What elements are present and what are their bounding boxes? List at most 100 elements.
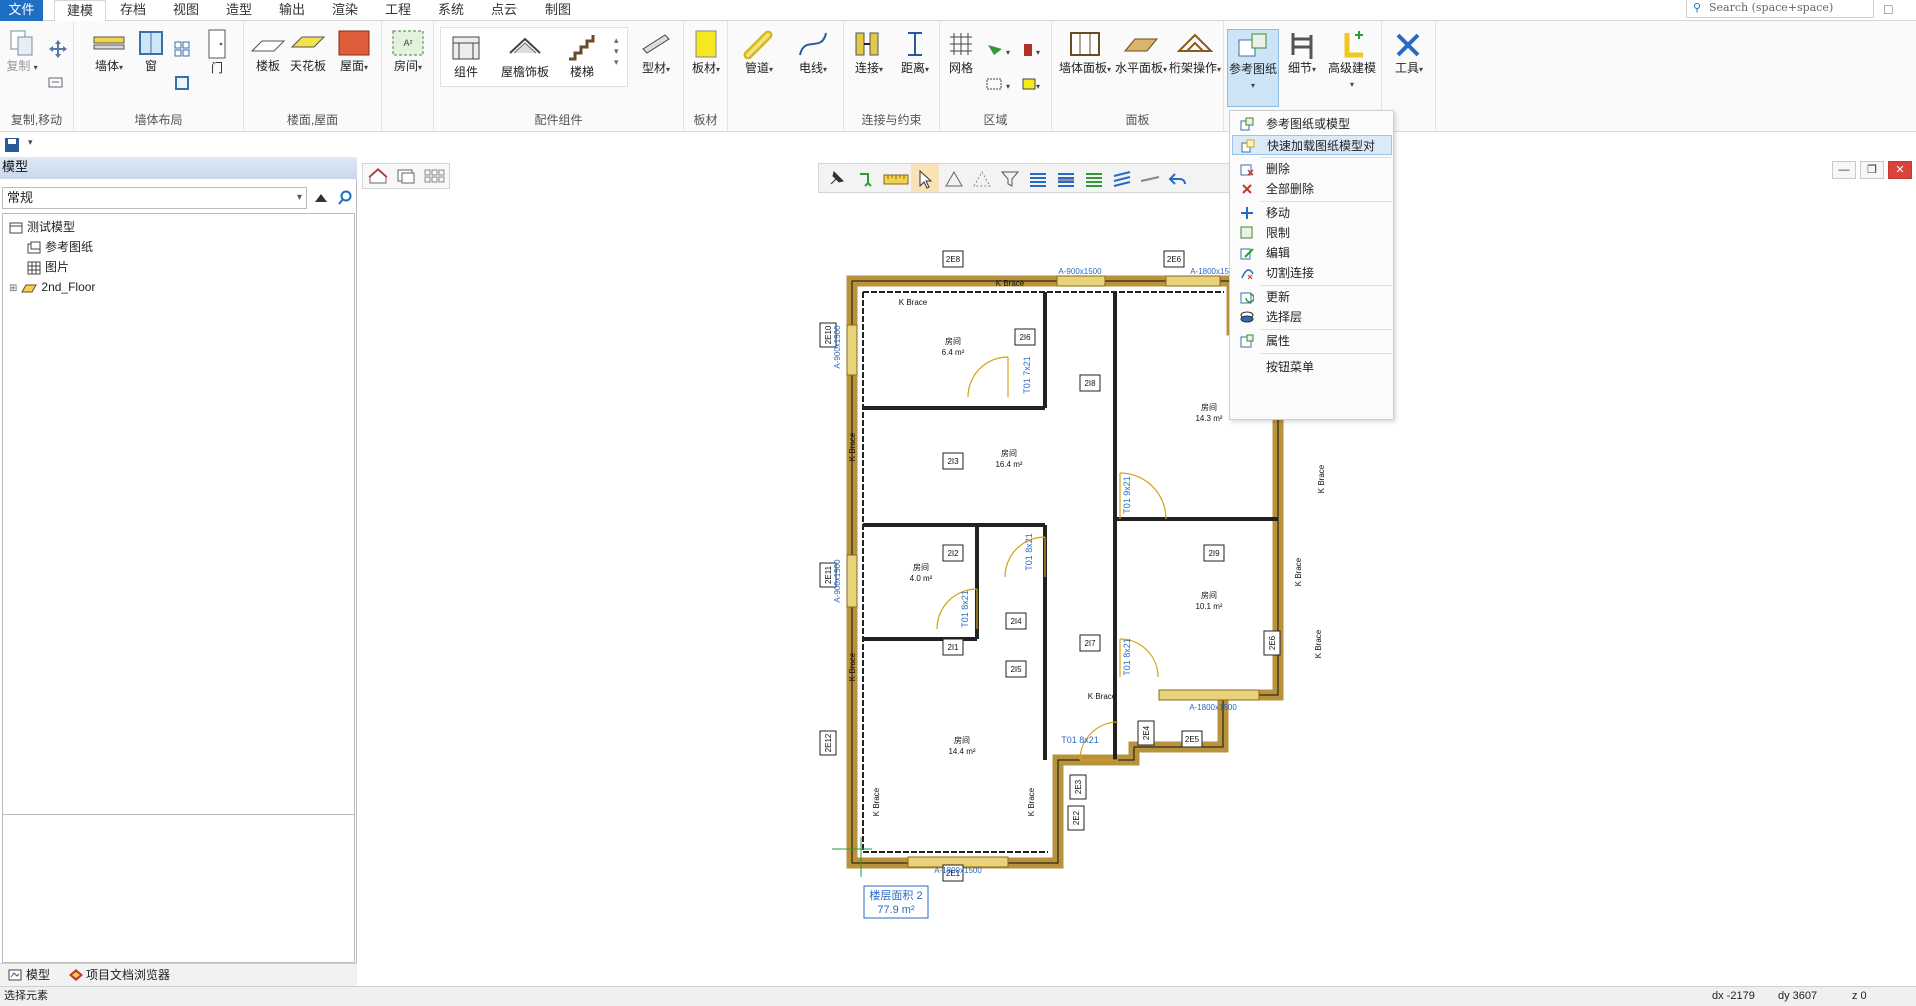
group-label-components: 配件组件	[534, 113, 583, 127]
wall-tag: 2E10	[824, 325, 833, 344]
copy-button[interactable]: 复制 ▾	[4, 29, 40, 75]
room-area: 4.0 m²	[910, 574, 933, 583]
detail-label: 细节	[1287, 61, 1312, 75]
area-marker-icon[interactable]: ▾	[1020, 41, 1046, 59]
wall-tag: 2I8	[1084, 379, 1096, 388]
search-clear-icon[interactable]: □	[1884, 1, 1892, 17]
reference-drawing-tree-icon	[27, 241, 41, 254]
filter-dropdown[interactable]: 常规 ▾	[2, 187, 307, 209]
gallery-scroll-icon[interactable]: ▴ ▾ ▾	[614, 35, 619, 68]
group-copy-move: 复制 ▾ 复制,移动	[0, 21, 74, 132]
window-label: A-900x1500	[1058, 267, 1102, 276]
quick-access-dropdown-icon[interactable]: ▾	[28, 137, 33, 148]
door-button[interactable]: 门	[204, 29, 230, 76]
detail-button[interactable]: 细节▾	[1280, 29, 1324, 77]
connection-button[interactable]: 连接▾	[848, 29, 890, 77]
roof-icon	[338, 30, 370, 56]
menu-item-delete-all[interactable]: 全部删除	[1232, 179, 1392, 199]
truss-icon	[1177, 33, 1213, 52]
tools-button[interactable]: 工具▾	[1386, 29, 1432, 77]
board-button[interactable]: 板材▾	[690, 29, 722, 77]
window-grid-icon[interactable]	[174, 41, 190, 57]
profile-button[interactable]: 型材▾	[634, 29, 678, 77]
menu-item-properties[interactable]: 属性	[1232, 331, 1392, 351]
tab-pointcloud[interactable]: 点云	[479, 0, 529, 21]
tab-system[interactable]: 系统	[426, 0, 476, 21]
opening-icon[interactable]	[174, 75, 190, 91]
area-edit-icon[interactable]: ▾	[984, 75, 1014, 93]
drawing-canvas[interactable]: — ❐ ✕ 2E8 2E6 2E10 2E11 2E12 2E1 2E3 2E2…	[358, 157, 1916, 986]
search-input[interactable]: ⚲ Search (space+space)	[1686, 0, 1874, 18]
tab-project-browser[interactable]: 项目文档浏览器	[66, 966, 170, 984]
pipe-icon	[743, 30, 773, 59]
menu-item-select-layer[interactable]: 选择层	[1232, 307, 1392, 327]
tab-archive[interactable]: 存档	[108, 0, 158, 21]
room-name: 房间	[945, 336, 961, 346]
brace-label: K Brace	[848, 652, 857, 681]
menu-item-restrict[interactable]: 限制	[1232, 223, 1392, 243]
window-button[interactable]: 窗	[136, 29, 166, 74]
menu-item-button-menu[interactable]: 按钮菜单	[1232, 357, 1392, 377]
reference-drawing-button[interactable]: 参考图纸 ▾	[1227, 29, 1279, 107]
save-icon[interactable]	[4, 137, 20, 153]
area-fill-icon[interactable]: ▾	[1020, 75, 1046, 93]
tab-render[interactable]: 渲染	[320, 0, 370, 21]
tree-item-reference[interactable]: 参考图纸	[27, 238, 93, 256]
floor-slab-label: 楼板	[255, 59, 280, 73]
pipe-button[interactable]: 管道▾	[736, 29, 782, 77]
tab-model-bottom[interactable]: 模型	[6, 966, 50, 984]
window-label: A-900x1500	[833, 559, 842, 603]
room-button[interactable]: A² 房间▾	[387, 29, 429, 75]
tree-item-picture[interactable]: 图片	[27, 258, 69, 276]
search-tree-icon[interactable]	[337, 190, 353, 206]
tab-file[interactable]: 文件	[0, 0, 43, 21]
menu-item-cut-connection[interactable]: 切割连接	[1232, 263, 1392, 283]
group-label-connection: 连接与约束	[861, 113, 922, 127]
wire-button[interactable]: 电线▾	[790, 29, 836, 77]
tab-drafting[interactable]: 制图	[532, 0, 584, 21]
delete-all-icon	[1242, 184, 1252, 194]
expand-icon[interactable]: ⊞	[9, 283, 17, 294]
tab-view[interactable]: 视图	[161, 0, 211, 21]
tree-item-model[interactable]: 测试模型	[9, 218, 75, 236]
grid-button[interactable]: 网格	[944, 29, 978, 76]
component-button[interactable]: 组件	[446, 31, 486, 80]
menu-item-move[interactable]: 移动	[1232, 203, 1392, 223]
roof-button[interactable]: 屋面▾	[332, 29, 376, 75]
wall-panel-button[interactable]: 墙体面板▾	[1058, 29, 1112, 77]
mirror-icon[interactable]	[48, 75, 64, 89]
project-browser-icon	[69, 969, 83, 981]
tab-project[interactable]: 工程	[373, 0, 423, 21]
move-arrows-icon[interactable]	[47, 39, 69, 59]
brace-label: K Brace	[1027, 787, 1036, 816]
wall-tag: 2I7	[1084, 639, 1096, 648]
group-connection: 连接▾ 距离▾ 连接与约束	[844, 21, 940, 132]
tab-output[interactable]: 输出	[267, 0, 317, 21]
floor-slab-button[interactable]: 楼板	[250, 29, 286, 74]
area-flag-icon[interactable]: ▾	[984, 41, 1014, 59]
door-label: T01 8x21	[1122, 638, 1132, 676]
wall-button[interactable]: 墙体▾	[90, 29, 128, 75]
floor-slab-icon	[250, 40, 286, 52]
advanced-modeling-label: 高级建模	[1327, 61, 1376, 75]
distance-button[interactable]: 距离▾	[894, 29, 936, 77]
horizontal-panel-button[interactable]: 水平面板▾	[1114, 29, 1168, 77]
tree-item-floor[interactable]: ⊞ 2nd_Floor	[9, 278, 95, 296]
menu-item-delete[interactable]: 删除	[1232, 159, 1392, 179]
select-layer-icon	[1240, 311, 1254, 323]
distance-icon	[908, 32, 922, 56]
menu-item-edit[interactable]: 编辑	[1232, 243, 1392, 263]
wall-tag: 2E8	[946, 255, 961, 264]
truss-button[interactable]: 桁架操作▾	[1168, 29, 1222, 77]
tab-shape[interactable]: 造型	[214, 0, 264, 21]
eave-trim-button[interactable]: 屋檐饰板	[498, 31, 552, 80]
stairs-button[interactable]: 楼梯	[562, 31, 602, 80]
room-name: 房间	[1001, 448, 1017, 458]
collapse-up-icon[interactable]	[313, 191, 329, 205]
advanced-modeling-button[interactable]: 高级建模 ▾	[1324, 29, 1380, 92]
tab-modeling[interactable]: 建模	[54, 0, 106, 22]
ceiling-button[interactable]: 天花板	[290, 29, 326, 73]
menu-item-reference[interactable]: 参考图纸或模型	[1232, 114, 1392, 134]
menu-item-update[interactable]: 更新	[1232, 287, 1392, 307]
menu-item-quick-load[interactable]: 快速加载图纸模型对	[1232, 135, 1392, 155]
